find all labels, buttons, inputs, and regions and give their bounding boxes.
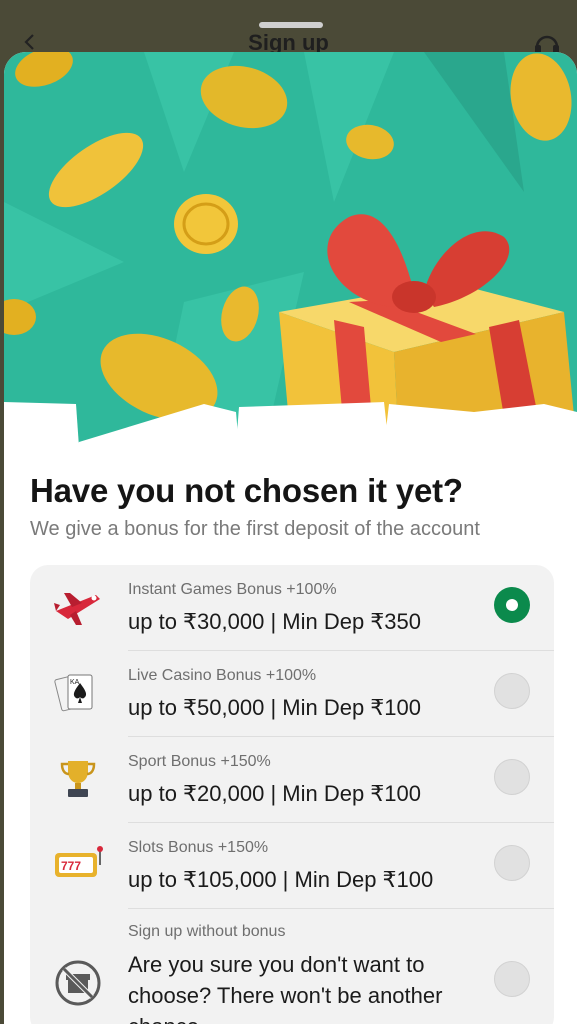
bonus-sheet: Have you not chosen it yet? We give a bo… bbox=[4, 52, 577, 1024]
bonus-value: up to ₹30,000 | Min Dep ₹350 bbox=[128, 609, 422, 634]
bonus-radio-selected[interactable] bbox=[494, 587, 530, 623]
no-gift-icon bbox=[55, 960, 101, 1006]
bonus-radio[interactable] bbox=[494, 673, 530, 709]
bonus-option-sport[interactable]: Sport Bonus +150% up to ₹20,000 | Min De… bbox=[30, 737, 554, 823]
bonus-hero-illustration bbox=[4, 52, 577, 447]
bonus-option-slots[interactable]: 777 Slots Bonus +150% up to ₹105,000 | M… bbox=[30, 823, 554, 909]
bonus-list: Instant Games Bonus +100% up to ₹30,000 … bbox=[30, 565, 554, 1024]
svg-text:KA: KA bbox=[70, 679, 80, 686]
bonus-label: Sport Bonus +150% bbox=[128, 753, 271, 770]
slot-machine-icon: 777 bbox=[55, 846, 103, 877]
bonus-option-live-casino[interactable]: KA Live Casino Bonus +100% up to ₹50,000… bbox=[30, 651, 554, 737]
no-bonus-label: Sign up without bonus bbox=[128, 923, 286, 940]
bonus-label: Slots Bonus +150% bbox=[128, 839, 269, 856]
bonus-radio[interactable] bbox=[494, 845, 530, 881]
trophy-icon bbox=[60, 761, 96, 797]
promo-subtitle: We give a bonus for the first deposit of… bbox=[30, 518, 480, 540]
promo-title: Have you not chosen it yet? bbox=[30, 472, 463, 509]
top-bar: Sign up bbox=[0, 0, 577, 60]
bonus-value: up to ₹20,000 | Min Dep ₹100 bbox=[128, 781, 422, 806]
no-bonus-warning: Are you sure you don't want to choose? T… bbox=[128, 952, 443, 1024]
bonus-option-instant-games[interactable]: Instant Games Bonus +100% up to ₹30,000 … bbox=[30, 565, 554, 651]
plane-icon bbox=[54, 593, 100, 625]
no-bonus-radio[interactable] bbox=[494, 961, 530, 997]
svg-text:777: 777 bbox=[61, 859, 81, 873]
bonus-label: Instant Games Bonus +100% bbox=[128, 581, 337, 598]
playing-cards-icon: KA bbox=[54, 674, 93, 712]
bonus-label: Live Casino Bonus +100% bbox=[128, 667, 317, 684]
sheet-grabber[interactable] bbox=[259, 22, 323, 28]
bonus-value: up to ₹50,000 | Min Dep ₹100 bbox=[128, 695, 422, 720]
bonus-value: up to ₹105,000 | Min Dep ₹100 bbox=[128, 867, 434, 892]
bonus-radio[interactable] bbox=[494, 759, 530, 795]
